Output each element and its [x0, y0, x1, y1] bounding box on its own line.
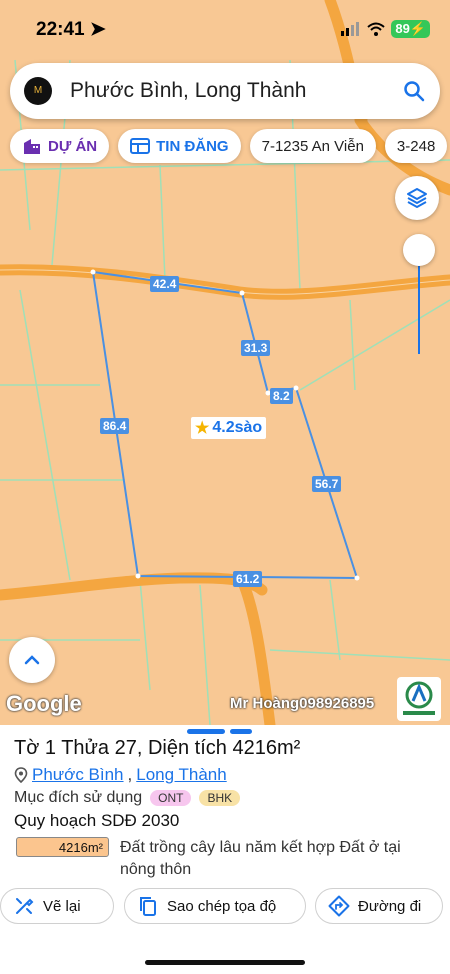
district-link[interactable]: Long Thành [136, 765, 226, 785]
chip-label: 3-248 [396, 137, 436, 155]
plan-area-badge: 4216m² [16, 837, 109, 857]
wifi-icon [367, 22, 386, 36]
button-label: Đường đi [358, 897, 422, 915]
opacity-slider-track[interactable] [418, 266, 420, 354]
parcel-area-label[interactable]: ★ 4.2sào [191, 417, 267, 439]
status-bar: 22:41 ➤ 89⚡ [0, 0, 450, 60]
directions-icon [328, 895, 350, 917]
sheet-handle[interactable] [230, 729, 252, 734]
edge-length-label: 8.2 [270, 388, 293, 404]
listing-icon [130, 138, 151, 154]
purpose-tag-bhk: BHK [199, 790, 241, 806]
purpose-label: Mục đích sử dụng [14, 789, 143, 806]
edge-length-label: 42.4 [150, 276, 180, 292]
plan-label: Quy hoạch SDĐ 2030 [14, 811, 180, 830]
google-logo: Google [6, 691, 82, 716]
expand-sheet-button[interactable] [9, 637, 55, 683]
parcel-location: Phước Bình, Long Thành [14, 765, 227, 785]
copy-icon [140, 897, 156, 916]
chip-more[interactable]: 3-248 [384, 129, 448, 163]
chip-tin-dang[interactable]: TIN ĐĂNG [118, 129, 241, 163]
search-query[interactable]: Phước Bình, Long Thành [70, 79, 306, 103]
building-icon [24, 139, 40, 154]
chevron-up-icon [24, 655, 40, 665]
parcel-info-sheet: Tờ 1 Thửa 27, Diện tích 4216m² Phước Bìn… [0, 725, 450, 974]
star-icon: ★ [195, 420, 210, 437]
plan-description: Đất trồng cây lâu năm kết hợp Đất ở tại … [120, 839, 401, 878]
redraw-icon [16, 898, 34, 914]
area-value: 4.2sào [212, 419, 263, 436]
parcel-title: Tờ 1 Thửa 27, Diện tích 4216m² [14, 737, 301, 759]
signal-icon [341, 22, 360, 36]
chip-label: TIN ĐĂNG [156, 137, 229, 155]
separator: , [127, 765, 133, 784]
location-arrow-icon: ➤ [89, 19, 106, 40]
directions-button[interactable]: Đường đi [315, 888, 443, 924]
edge-length-label: 31.3 [241, 340, 271, 356]
button-label: Vẽ lại [43, 897, 81, 915]
redraw-button[interactable]: Vẽ lại [0, 888, 114, 924]
clock: 22:41 ➤ [36, 19, 106, 40]
edge-length-label: 61.2 [233, 571, 263, 587]
filter-chips: DỰ ÁN TIN ĐĂNG 7-1235 An Viễn 3-248 [10, 129, 448, 165]
chip-du-an[interactable]: DỰ ÁN [10, 129, 110, 163]
chip-label: DỰ ÁN [48, 137, 98, 155]
home-indicator [145, 960, 305, 965]
chip-an-vien[interactable]: 7-1235 An Viễn [249, 129, 376, 163]
ward-link[interactable]: Phước Bình [32, 765, 124, 785]
purpose-tag-ont: ONT [150, 790, 192, 806]
edge-length-label: 86.4 [100, 418, 130, 434]
search-bar[interactable]: M Phước Bình, Long Thành [10, 63, 440, 119]
search-icon[interactable] [402, 79, 426, 103]
sheet-handle[interactable] [187, 729, 225, 734]
app-logo[interactable]: M [24, 77, 52, 105]
button-label: Sao chép tọa độ [167, 897, 277, 915]
opacity-slider-handle[interactable] [403, 234, 435, 266]
copy-coordinates-button[interactable]: Sao chép tọa độ [124, 888, 306, 924]
layers-icon [407, 188, 427, 208]
watermark-logo [397, 677, 441, 721]
chip-label: 7-1235 An Viễn [261, 137, 364, 155]
edge-length-label: 56.7 [312, 476, 342, 492]
land-use-purpose: Mục đích sử dụng ONT BHK [14, 789, 241, 807]
location-pin-icon [14, 767, 28, 783]
battery-icon: 89⚡ [391, 20, 430, 38]
layers-button[interactable] [395, 176, 439, 220]
watermark-text: Mr Hoàng098926895 [230, 695, 375, 712]
